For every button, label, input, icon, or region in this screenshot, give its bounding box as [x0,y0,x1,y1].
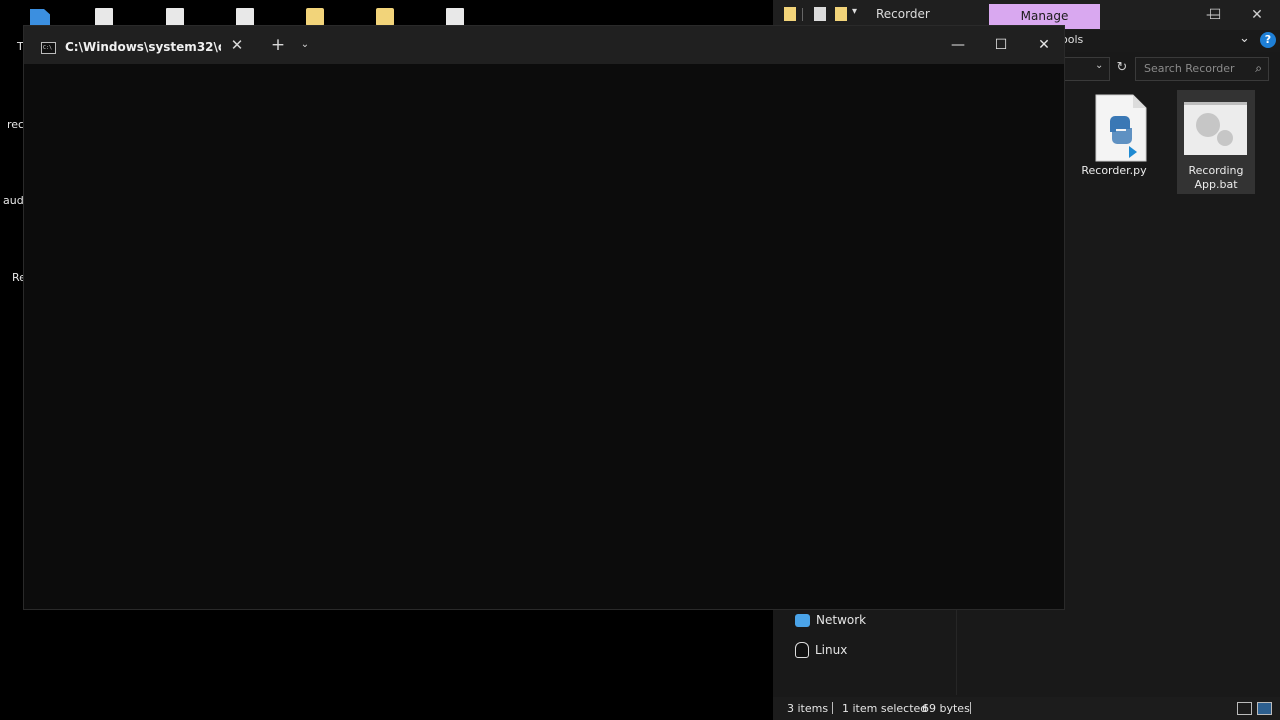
tab-title[interactable]: C:\Windows\system32\cmd.exe [65,40,221,54]
python-file-icon [1095,94,1147,162]
expand-ribbon-icon[interactable]: ⌄ [1239,31,1250,46]
desktop-icon-row [0,0,780,28]
sidebar-item-label: Network [816,613,867,627]
minimize-button[interactable]: — [938,35,978,55]
plus-icon: + [270,35,286,55]
new-tab-button[interactable]: + [269,36,287,54]
item-count: 3 items [787,702,829,715]
selection-size: 69 bytes [922,702,970,715]
sidebar-item-label: Linux [815,643,848,657]
maximize-button[interactable]: ☐ [981,35,1021,55]
chevron-down-icon: ⌄ [300,39,310,50]
maximize-icon: ☐ [1208,7,1222,23]
close-icon: ✕ [230,36,244,54]
divider [970,702,971,714]
file-name-line: Recording [1188,164,1244,177]
document-icon[interactable] [236,8,254,26]
close-button[interactable]: ✕ [1237,4,1277,26]
divider [832,702,833,714]
sidebar-item-network[interactable]: Network [795,610,866,630]
maximize-button[interactable]: ☐ [1195,4,1235,26]
large-icons-view-icon[interactable] [1257,702,1272,715]
selection-count: 1 item selected [842,702,928,715]
file-item-recording-app-bat[interactable]: Recording App.bat [1177,90,1255,194]
network-icon [795,613,810,627]
folder-icon[interactable] [306,8,324,26]
divider [802,8,803,21]
folder-icon[interactable] [376,8,394,26]
minimize-icon: — [951,37,965,53]
folder-icon [784,7,796,21]
gear-icon [1217,130,1233,146]
cmd-icon: C:\ [41,42,56,54]
refresh-icon[interactable]: ↻ [1113,59,1131,77]
properties-icon[interactable] [814,7,826,21]
document-icon[interactable] [446,8,464,26]
close-icon: ✕ [1251,7,1263,23]
new-folder-icon[interactable] [835,7,847,21]
file-name: Recorder.py [1081,164,1147,177]
terminal-window: C:\ C:\Windows\system32\cmd.exe ✕ + ⌄ — … [23,25,1065,610]
document-icon[interactable] [166,8,184,26]
batch-file-icon [1184,102,1247,155]
sidebar-item-linux[interactable]: Linux [795,640,847,660]
terminal-titlebar[interactable]: C:\ C:\Windows\system32\cmd.exe ✕ + ⌄ — … [24,26,1064,64]
details-view-icon[interactable] [1237,702,1252,715]
status-bar: 3 items 1 item selected 69 bytes [773,697,1280,720]
terminal-output[interactable] [24,64,1064,609]
maximize-icon: ☐ [994,37,1008,53]
document-icon[interactable] [95,8,113,26]
customize-quick-access-icon[interactable]: ▾ [852,6,857,17]
tab-dropdown-button[interactable]: ⌄ [298,38,312,52]
close-button[interactable]: ✕ [1024,35,1064,55]
pane-divider[interactable] [956,605,957,695]
gear-icon [1196,113,1220,137]
file-name-line: App.bat [1194,178,1238,191]
search-input[interactable] [1142,61,1246,76]
tab-close-button[interactable]: ✕ [229,36,245,54]
file-item-recorder-py[interactable]: Recorder.py [1075,90,1153,194]
explorer-title: Recorder [876,7,930,21]
search-icon[interactable]: ⌕ [1255,61,1262,76]
help-icon[interactable]: ? [1260,32,1276,48]
navigation-pane: Network Linux [773,605,956,695]
search-box[interactable]: ⌕ [1135,57,1269,81]
linux-icon [795,642,809,658]
close-icon: ✕ [1038,37,1050,53]
chevron-down-icon[interactable]: ⌄ [1095,60,1103,71]
